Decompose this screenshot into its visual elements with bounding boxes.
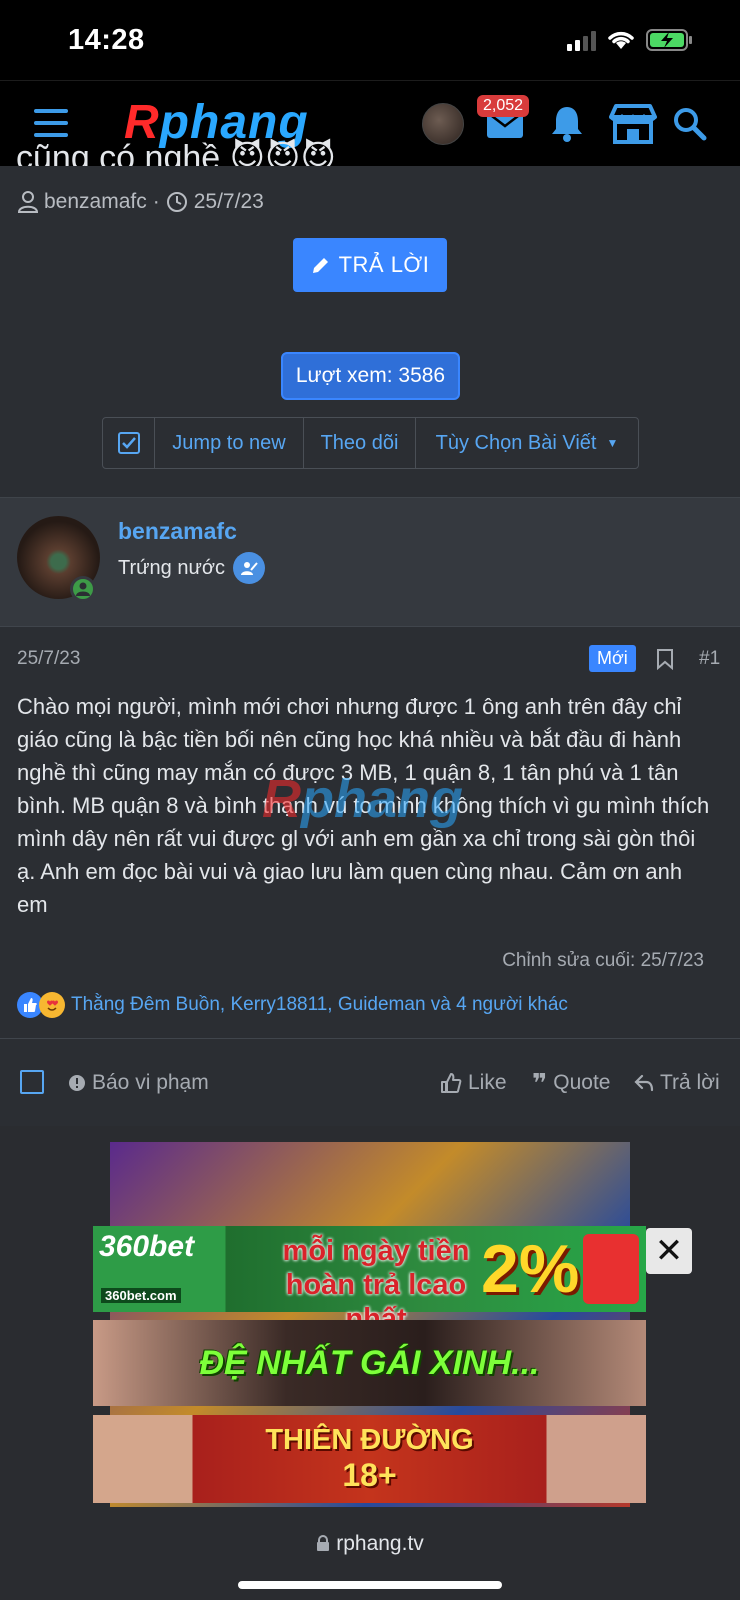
url-text: rphang.tv (336, 1532, 424, 1555)
thread-author[interactable]: benzamafc (44, 190, 147, 214)
ad3-line1: THIÊN ĐƯỜNG (265, 1424, 474, 1456)
quote-label: Quote (553, 1071, 611, 1094)
battery-icon (646, 29, 692, 51)
love-reaction-icon (39, 992, 65, 1018)
ad-banner-360bet[interactable]: 360bet 360bet.com mỗi ngày tiền hoàn trả… (93, 1226, 646, 1335)
status-icons (567, 28, 694, 52)
bookmark-icon[interactable] (656, 648, 674, 670)
close-ad-button[interactable]: ✕ (646, 1228, 692, 1274)
user-icon (18, 191, 38, 213)
user-title-row: Trứng nước (118, 552, 265, 584)
thumbs-up-icon (441, 1073, 462, 1093)
browser-url-bar: rphang.tv (0, 1510, 740, 1600)
report-button[interactable]: Báo vi phạm (68, 1071, 209, 1095)
post-footer: Báo vi phạm Like ❞ Quote Trả lời (0, 1038, 740, 1126)
like-label: Like (468, 1071, 507, 1094)
alert-icon (69, 1075, 85, 1091)
reply-arrow-icon (634, 1074, 654, 1092)
follow-button[interactable]: Theo dõi (304, 418, 416, 468)
views-badge: Lượt xem: 3586 (281, 352, 460, 400)
ad3-line2: 18+ (342, 1457, 397, 1493)
post-number[interactable]: #1 (699, 648, 720, 670)
search-icon[interactable] (673, 107, 707, 141)
select-post-checkbox[interactable] (20, 1070, 44, 1094)
post-body: Chào mọi người, mình mới chơi nhưng được… (17, 694, 710, 917)
thread-meta: benzamafc · 25/7/23 (18, 190, 264, 214)
status-time: 14:28 (68, 24, 145, 56)
checkbox-icon (117, 432, 140, 454)
thread-options-dropdown[interactable]: Tùy Chọn Bài Viết ▼ (416, 418, 638, 468)
ad-banner-thien-duong[interactable]: THIÊN ĐƯỜNG 18+ (93, 1415, 646, 1503)
post-reply-button[interactable]: Trả lời (634, 1071, 720, 1095)
like-button[interactable]: Like (440, 1071, 507, 1095)
select-thread-button[interactable] (103, 418, 155, 468)
gift-box-icon (583, 1234, 639, 1304)
ad1-domain: 360bet.com (101, 1288, 181, 1303)
quote-icon: ❞ (532, 1068, 548, 1098)
last-edit-note: Chỉnh sửa cuối: 25/7/23 (502, 950, 704, 971)
new-badge: Mới (589, 645, 636, 672)
clock-icon (166, 192, 187, 212)
store-icon[interactable] (608, 103, 658, 145)
wifi-icon (608, 31, 634, 49)
quote-button[interactable]: ❞ Quote (532, 1068, 611, 1098)
bell-icon[interactable] (551, 105, 583, 143)
reactions-row[interactable]: Thằng Đêm Buồn, Kerry18811, Guideman và … (17, 992, 568, 1018)
pencil-icon (312, 258, 328, 273)
thread-title: cũng có nghề 😈😈😈 (16, 139, 336, 166)
post-date[interactable]: 25/7/23 (17, 648, 80, 670)
cellular-signal-icon (567, 29, 596, 51)
url-row[interactable]: rphang.tv (0, 1532, 740, 1556)
post-user-block: benzamafc Trứng nước (0, 497, 740, 627)
home-indicator[interactable] (238, 1581, 502, 1589)
lock-icon (317, 1535, 330, 1551)
caret-down-icon: ▼ (606, 436, 619, 450)
menu-icon[interactable] (34, 109, 68, 137)
user-badge-icon (232, 552, 265, 584)
reply-button[interactable]: TRẢ LỜI (293, 238, 447, 292)
thread-options-label: Tùy Chọn Bài Viết (435, 431, 597, 454)
ad2-text: ĐỆ NHẤT GÁI XINH... (199, 1343, 540, 1382)
mail-count-badge: 2,052 (477, 95, 530, 117)
ad1-percent: 2% (481, 1231, 580, 1307)
account-avatar[interactable] (422, 103, 464, 145)
online-status-icon (70, 576, 96, 602)
reply-button-label: TRẢ LỜI (338, 252, 430, 277)
reactions-users[interactable]: Thằng Đêm Buồn, Kerry18811, Guideman và … (71, 994, 568, 1016)
thread-date[interactable]: 25/7/23 (194, 190, 264, 214)
meta-separator: · (152, 190, 160, 213)
ad-banner-gai-xinh[interactable]: ĐỆ NHẤT GÁI XINH... (93, 1320, 646, 1406)
status-bar: 14:28 (0, 0, 740, 80)
ad1-brand: 360bet (99, 1230, 195, 1263)
user-title: Trứng nước (118, 556, 225, 579)
thread-toolbar: Jump to new Theo dõi Tùy Chọn Bài Viết ▼ (102, 417, 639, 469)
post-reply-label: Trả lời (660, 1071, 720, 1094)
jump-to-new-button[interactable]: Jump to new (155, 418, 304, 468)
post-username[interactable]: benzamafc (118, 518, 237, 545)
report-label: Báo vi phạm (92, 1071, 209, 1094)
